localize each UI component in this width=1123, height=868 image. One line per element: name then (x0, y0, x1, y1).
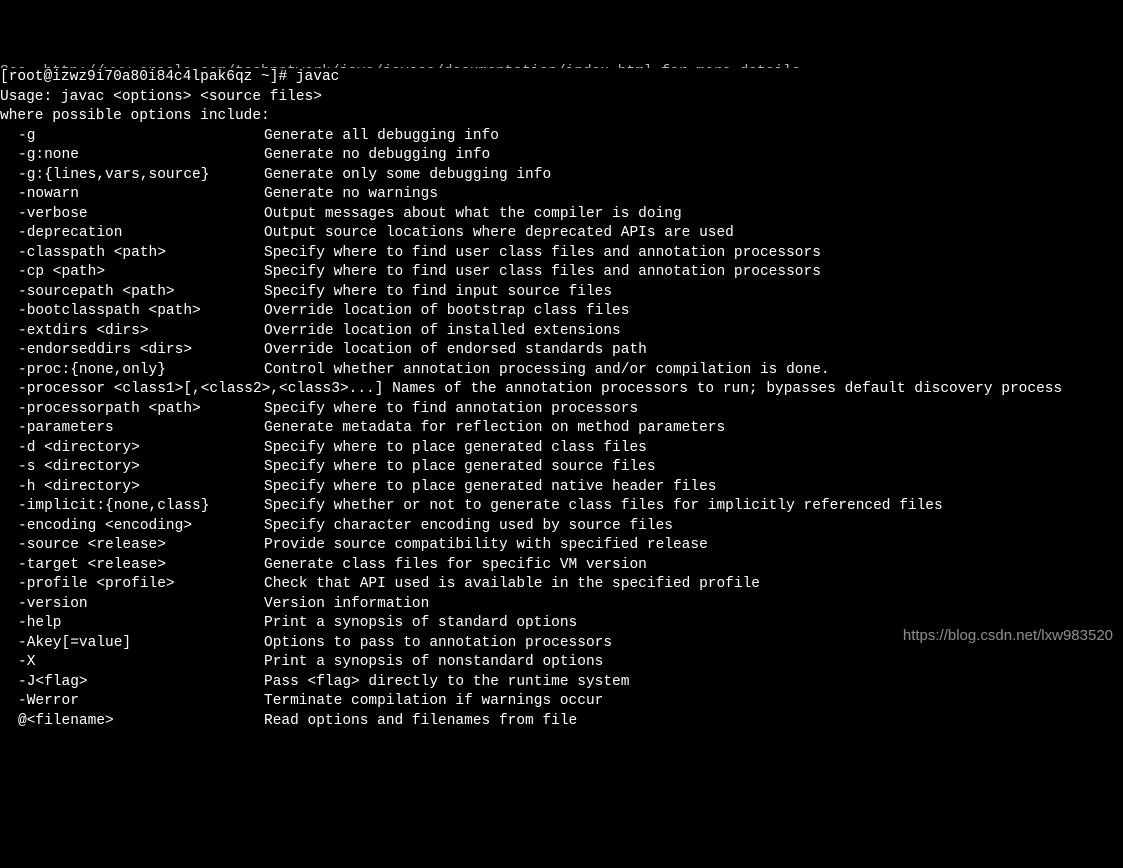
option-desc: Generate metadata for reflection on meth… (264, 419, 1123, 439)
option-desc: Specify where to place generated class f… (264, 439, 1123, 459)
option-row: -J<flag>Pass <flag> directly to the runt… (0, 673, 1123, 693)
option-flag: -classpath <path> (0, 244, 264, 264)
option-desc: Output source locations where deprecated… (264, 224, 1123, 244)
option-desc: Generate all debugging info (264, 127, 1123, 147)
option-flag: -Akey[=value] (0, 634, 264, 654)
option-row: -encoding <encoding>Specify character en… (0, 517, 1123, 537)
option-flag: -sourcepath <path> (0, 283, 264, 303)
option-desc: Override location of bootstrap class fil… (264, 302, 1123, 322)
option-desc: Override location of installed extension… (264, 322, 1123, 342)
option-flag: -implicit:{none,class} (0, 497, 264, 517)
option-flag: -X (0, 653, 264, 673)
option-row: -cp <path>Specify where to find user cla… (0, 263, 1123, 283)
option-flag: -proc:{none,only} (0, 361, 264, 381)
option-flag: -verbose (0, 205, 264, 225)
option-row: -extdirs <dirs>Override location of inst… (0, 322, 1123, 342)
option-desc: Specify whether or not to generate class… (264, 497, 1123, 517)
option-row: -implicit:{none,class}Specify whether or… (0, 497, 1123, 517)
option-flag: -h <directory> (0, 478, 264, 498)
option-row: -parametersGenerate metadata for reflect… (0, 419, 1123, 439)
option-row: -g:{lines,vars,source}Generate only some… (0, 166, 1123, 186)
option-row: @<filename>Read options and filenames fr… (0, 712, 1123, 732)
option-desc: Override location of endorsed standards … (264, 341, 1123, 361)
option-row: -processor <class1>[,<class2>,<class3>..… (0, 380, 1123, 400)
option-row: -s <directory>Specify where to place gen… (0, 458, 1123, 478)
option-row: -classpath <path>Specify where to find u… (0, 244, 1123, 264)
option-flag: -d <directory> (0, 439, 264, 459)
option-desc: Check that API used is available in the … (264, 575, 1123, 595)
option-desc: Generate no warnings (264, 185, 1123, 205)
usage-line: Usage: javac <options> <source files> (0, 88, 1123, 108)
option-desc: Specify where to find input source files (264, 283, 1123, 303)
option-desc: Specify where to find annotation process… (264, 400, 1123, 420)
option-desc: Terminate compilation if warnings occur (264, 692, 1123, 712)
option-row: -endorseddirs <dirs>Override location of… (0, 341, 1123, 361)
option-row: -d <directory>Specify where to place gen… (0, 439, 1123, 459)
option-row: -g:noneGenerate no debugging info (0, 146, 1123, 166)
option-flag: -parameters (0, 419, 264, 439)
option-desc: Control whether annotation processing an… (264, 361, 1123, 381)
option-row: -verboseOutput messages about what the c… (0, 205, 1123, 225)
watermark-text: https://blog.csdn.net/lxw983520 (903, 626, 1113, 646)
option-flag: -profile <profile> (0, 575, 264, 595)
option-desc: Specify where to find user class files a… (264, 263, 1123, 283)
option-flag: -nowarn (0, 185, 264, 205)
option-flag: -source <release> (0, 536, 264, 556)
option-row: -bootclasspath <path>Override location o… (0, 302, 1123, 322)
option-flag: -J<flag> (0, 673, 264, 693)
option-desc: Version information (264, 595, 1123, 615)
option-row: -h <directory>Specify where to place gen… (0, 478, 1123, 498)
option-desc: Specify where to place generated source … (264, 458, 1123, 478)
option-desc: Read options and filenames from file (264, 712, 1123, 732)
option-row: -XPrint a synopsis of nonstandard option… (0, 653, 1123, 673)
option-flag: -cp <path> (0, 263, 264, 283)
option-row: -profile <profile>Check that API used is… (0, 575, 1123, 595)
option-flag: -version (0, 595, 264, 615)
option-desc: Specify character encoding used by sourc… (264, 517, 1123, 537)
option-desc: Generate class files for specific VM ver… (264, 556, 1123, 576)
option-flag: -deprecation (0, 224, 264, 244)
where-line: where possible options include: (0, 107, 1123, 127)
prompt-line: [root@izwz9i70a80i84c4lpak6qz ~]# javac (0, 68, 1123, 88)
option-flag: -endorseddirs <dirs> (0, 341, 264, 361)
option-desc: Generate only some debugging info (264, 166, 1123, 186)
option-flag: -target <release> (0, 556, 264, 576)
option-flag: -g (0, 127, 264, 147)
option-flag: -help (0, 614, 264, 634)
option-flag: -g:{lines,vars,source} (0, 166, 264, 186)
header-cut-line: See http://www.oracle.com/technetwork/ja… (0, 63, 1123, 68)
option-flag: -processorpath <path> (0, 400, 264, 420)
option-row: -WerrorTerminate compilation if warnings… (0, 692, 1123, 712)
option-flag: -Werror (0, 692, 264, 712)
option-desc: Specify where to find user class files a… (264, 244, 1123, 264)
option-flag: -g:none (0, 146, 264, 166)
option-row: -source <release>Provide source compatib… (0, 536, 1123, 556)
option-row: -nowarnGenerate no warnings (0, 185, 1123, 205)
option-row: -target <release>Generate class files fo… (0, 556, 1123, 576)
option-desc: Generate no debugging info (264, 146, 1123, 166)
option-flag: -s <directory> (0, 458, 264, 478)
option-desc: Pass <flag> directly to the runtime syst… (264, 673, 1123, 693)
option-desc: Output messages about what the compiler … (264, 205, 1123, 225)
option-flag: -bootclasspath <path> (0, 302, 264, 322)
option-row: -sourcepath <path>Specify where to find … (0, 283, 1123, 303)
option-row: -processorpath <path>Specify where to fi… (0, 400, 1123, 420)
option-desc: Print a synopsis of nonstandard options (264, 653, 1123, 673)
option-flag: @<filename> (0, 712, 264, 732)
option-row: -proc:{none,only}Control whether annotat… (0, 361, 1123, 381)
option-desc: Specify where to place generated native … (264, 478, 1123, 498)
option-flag: -extdirs <dirs> (0, 322, 264, 342)
option-desc: Provide source compatibility with specif… (264, 536, 1123, 556)
option-row: -gGenerate all debugging info (0, 127, 1123, 147)
option-flag: -encoding <encoding> (0, 517, 264, 537)
option-row: -versionVersion information (0, 595, 1123, 615)
option-row: -deprecationOutput source locations wher… (0, 224, 1123, 244)
